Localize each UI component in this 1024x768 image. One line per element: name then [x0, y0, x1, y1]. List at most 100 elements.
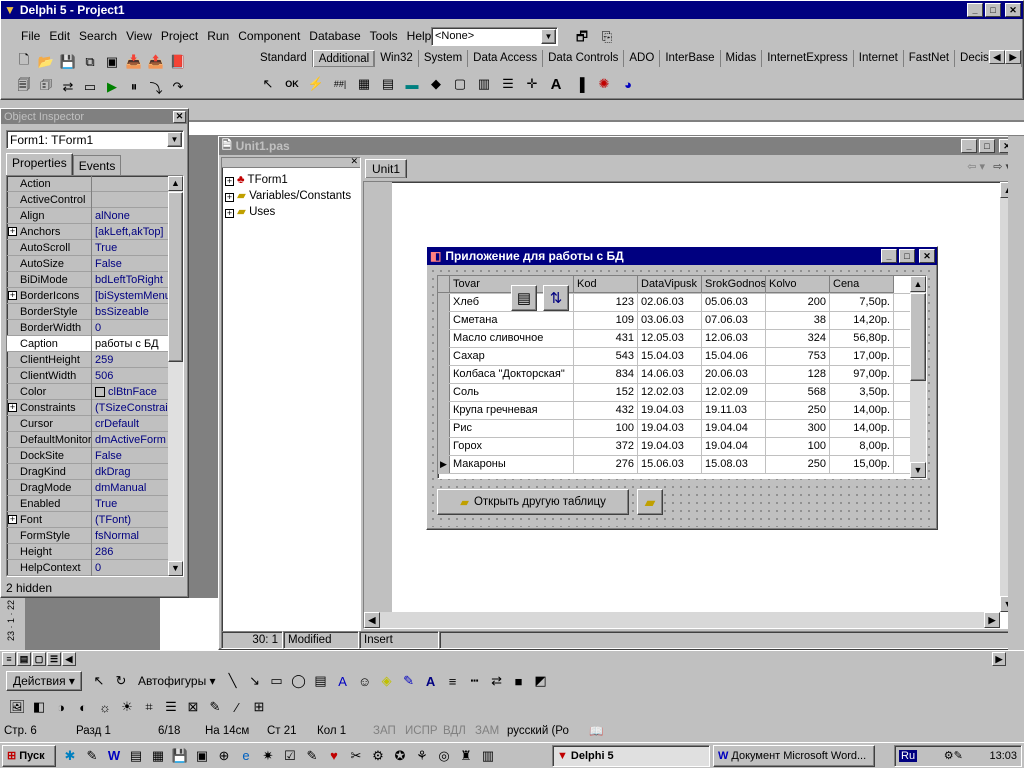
palette-tab-data-controls[interactable]: Data Controls	[543, 50, 625, 67]
form-minimize-button[interactable]: _	[881, 249, 897, 263]
task-word[interactable]: W Документ Microsoft Word...	[713, 744, 875, 767]
fill-color-icon[interactable]: ◈	[376, 670, 398, 692]
palette-tab-midas[interactable]: Midas	[721, 50, 763, 67]
word-scroll-right-icon[interactable]: ▶	[992, 652, 1006, 666]
wordart-icon[interactable]: A	[332, 670, 354, 692]
grid-cell[interactable]: 97,00р.	[830, 366, 894, 383]
shape-icon[interactable]: ◆	[425, 73, 447, 95]
object-selector[interactable]: Form1: TForm1 ▼	[6, 130, 184, 149]
grid-cell[interactable]: 15.04.06	[702, 348, 766, 365]
task-delphi[interactable]: ▼ Delphi 5	[552, 744, 710, 767]
quick-launch-app17-icon[interactable]: ⚘	[411, 745, 433, 767]
new-form-icon[interactable]: ▭	[79, 76, 101, 98]
image-control-icon[interactable]: ◧	[28, 696, 50, 718]
property-value[interactable]: alNone	[92, 208, 170, 224]
column-header[interactable]: DataVipusk	[638, 276, 702, 293]
menu-component[interactable]: Component	[238, 29, 300, 43]
grid-cell[interactable]: Колбаса "Докторская"	[450, 366, 574, 383]
property-row[interactable]: Height 286	[7, 543, 170, 560]
grid-cell[interactable]: 12.02.03	[638, 384, 702, 401]
word-scroll-left-icon[interactable]: ◀	[62, 652, 76, 666]
line-color-icon[interactable]: ✎	[398, 670, 420, 692]
property-row[interactable]: Color clBtnFace	[7, 383, 170, 400]
add-file-icon[interactable]: 📥	[123, 51, 145, 73]
property-value[interactable]: работы с БД	[92, 336, 170, 352]
editor-maximize-button[interactable]: □	[979, 139, 995, 153]
property-row[interactable]: + Constraints (TSizeConstrain	[7, 399, 170, 416]
quick-launch-app5-icon[interactable]: ▦	[147, 745, 169, 767]
property-row[interactable]: AutoScroll True	[7, 239, 170, 256]
menu-file[interactable]: File	[21, 29, 40, 43]
property-value[interactable]: 259	[92, 352, 170, 368]
arrow-icon[interactable]: ↘	[244, 670, 266, 692]
grid-cell[interactable]: 12.06.03	[702, 330, 766, 347]
tree-item-variables[interactable]: + ▰ Variables/Constants	[225, 188, 357, 204]
dbgrid-scroll-thumb[interactable]	[910, 293, 926, 381]
property-row[interactable]: + BorderIcons [biSystemMenu,	[7, 287, 170, 304]
line-weight-icon[interactable]: ☰	[160, 696, 182, 718]
minimize-button[interactable]: _	[967, 3, 983, 17]
property-value[interactable]: dmManual	[92, 480, 170, 496]
property-value[interactable]: False	[92, 256, 170, 272]
property-value[interactable]: 0	[92, 320, 170, 336]
browse-back-icon[interactable]: ⇦ ▾	[967, 160, 985, 173]
palette-tab-fastnet[interactable]: FastNet	[904, 50, 956, 67]
quick-launch-app10-icon[interactable]: ✷	[257, 745, 279, 767]
quick-launch-app14-icon[interactable]: ✂	[345, 745, 367, 767]
new-icon[interactable]: 🗋	[13, 51, 35, 73]
grid-cell[interactable]: 123	[574, 294, 638, 311]
property-row[interactable]: + Anchors [akLeft,akTop]	[7, 223, 170, 240]
quick-launch-app18-icon[interactable]: ◎	[433, 745, 455, 767]
palette-tab-additional[interactable]: Additional	[312, 50, 376, 67]
menu-run[interactable]: Run	[207, 29, 229, 43]
free-rotate-icon[interactable]: ↻	[110, 670, 132, 692]
tree-item-uses[interactable]: + ▰ Uses	[225, 204, 357, 220]
grid-cell[interactable]: 250	[766, 402, 830, 419]
property-value[interactable]: fsNormal	[92, 528, 170, 544]
grid-cell[interactable]: 568	[766, 384, 830, 401]
palette-tab-win32[interactable]: Win32	[375, 50, 419, 67]
menu-search[interactable]: Search	[79, 29, 117, 43]
grid-cell[interactable]: Крупа гречневая	[450, 402, 574, 419]
stringgrid-icon[interactable]: ▦	[353, 73, 375, 95]
draw-actions-menu[interactable]: Действия ▾	[6, 671, 82, 691]
dbgrid-row[interactable]: ▶ Макароны 276 15.06.03 15.08.03 250 15,00р.	[438, 456, 926, 474]
3d-icon[interactable]: ◩	[530, 670, 552, 692]
tab-properties[interactable]: Properties	[6, 153, 73, 176]
palette-tab-data-access[interactable]: Data Access	[468, 50, 544, 67]
property-value[interactable]: dkDrag	[92, 464, 170, 480]
property-value[interactable]: dmActiveForm	[92, 432, 170, 448]
property-value[interactable]: bdLeftToRight	[92, 272, 170, 288]
palette-tab-interbase[interactable]: InterBase	[660, 50, 721, 67]
property-value[interactable]: (TSizeConstrain	[92, 400, 170, 416]
speedbutton-icon[interactable]: ⚡	[305, 73, 327, 95]
column-header[interactable]: Kod	[574, 276, 638, 293]
grid-cell[interactable]: 7,50р.	[830, 294, 894, 311]
quick-launch-app11-icon[interactable]: ☑	[279, 745, 301, 767]
grid-cell[interactable]: 100	[766, 438, 830, 455]
property-value[interactable]: 506	[92, 368, 170, 384]
chart-icon[interactable]: ◕	[617, 73, 639, 95]
grid-cell[interactable]: 432	[574, 402, 638, 419]
grid-cell[interactable]: 56,80р.	[830, 330, 894, 347]
reset-picture-icon[interactable]: ⊞	[248, 696, 270, 718]
menu-edit[interactable]: Edit	[49, 29, 70, 43]
palette-left-icon[interactable]: ◀	[989, 50, 1005, 64]
quick-launch-app4-icon[interactable]: ▤	[125, 745, 147, 767]
web-view-icon[interactable]: ▤	[17, 652, 31, 666]
property-row[interactable]: Enabled True	[7, 495, 170, 512]
quick-launch-app7-icon[interactable]: ▣	[191, 745, 213, 767]
expand-icon[interactable]: +	[8, 290, 17, 300]
quick-launch-app20-icon[interactable]: ▥	[477, 745, 499, 767]
palette-tab-standard[interactable]: Standard	[255, 50, 313, 67]
dbgrid-scroll-down-icon[interactable]: ▼	[910, 462, 926, 478]
chevron-down-icon[interactable]: ▼	[167, 132, 182, 147]
grid-cell[interactable]: 15,00р.	[830, 456, 894, 473]
menu-tools[interactable]: Tools	[370, 29, 398, 43]
quick-launch-app16-icon[interactable]: ✪	[389, 745, 411, 767]
grid-cell[interactable]: 152	[574, 384, 638, 401]
quick-launch-app13-icon[interactable]: ♥	[323, 745, 345, 767]
language-indicator[interactable]: Ru	[899, 749, 918, 762]
property-row[interactable]: HelpContext 0	[7, 559, 170, 576]
grid-cell[interactable]: 07.06.03	[702, 312, 766, 329]
